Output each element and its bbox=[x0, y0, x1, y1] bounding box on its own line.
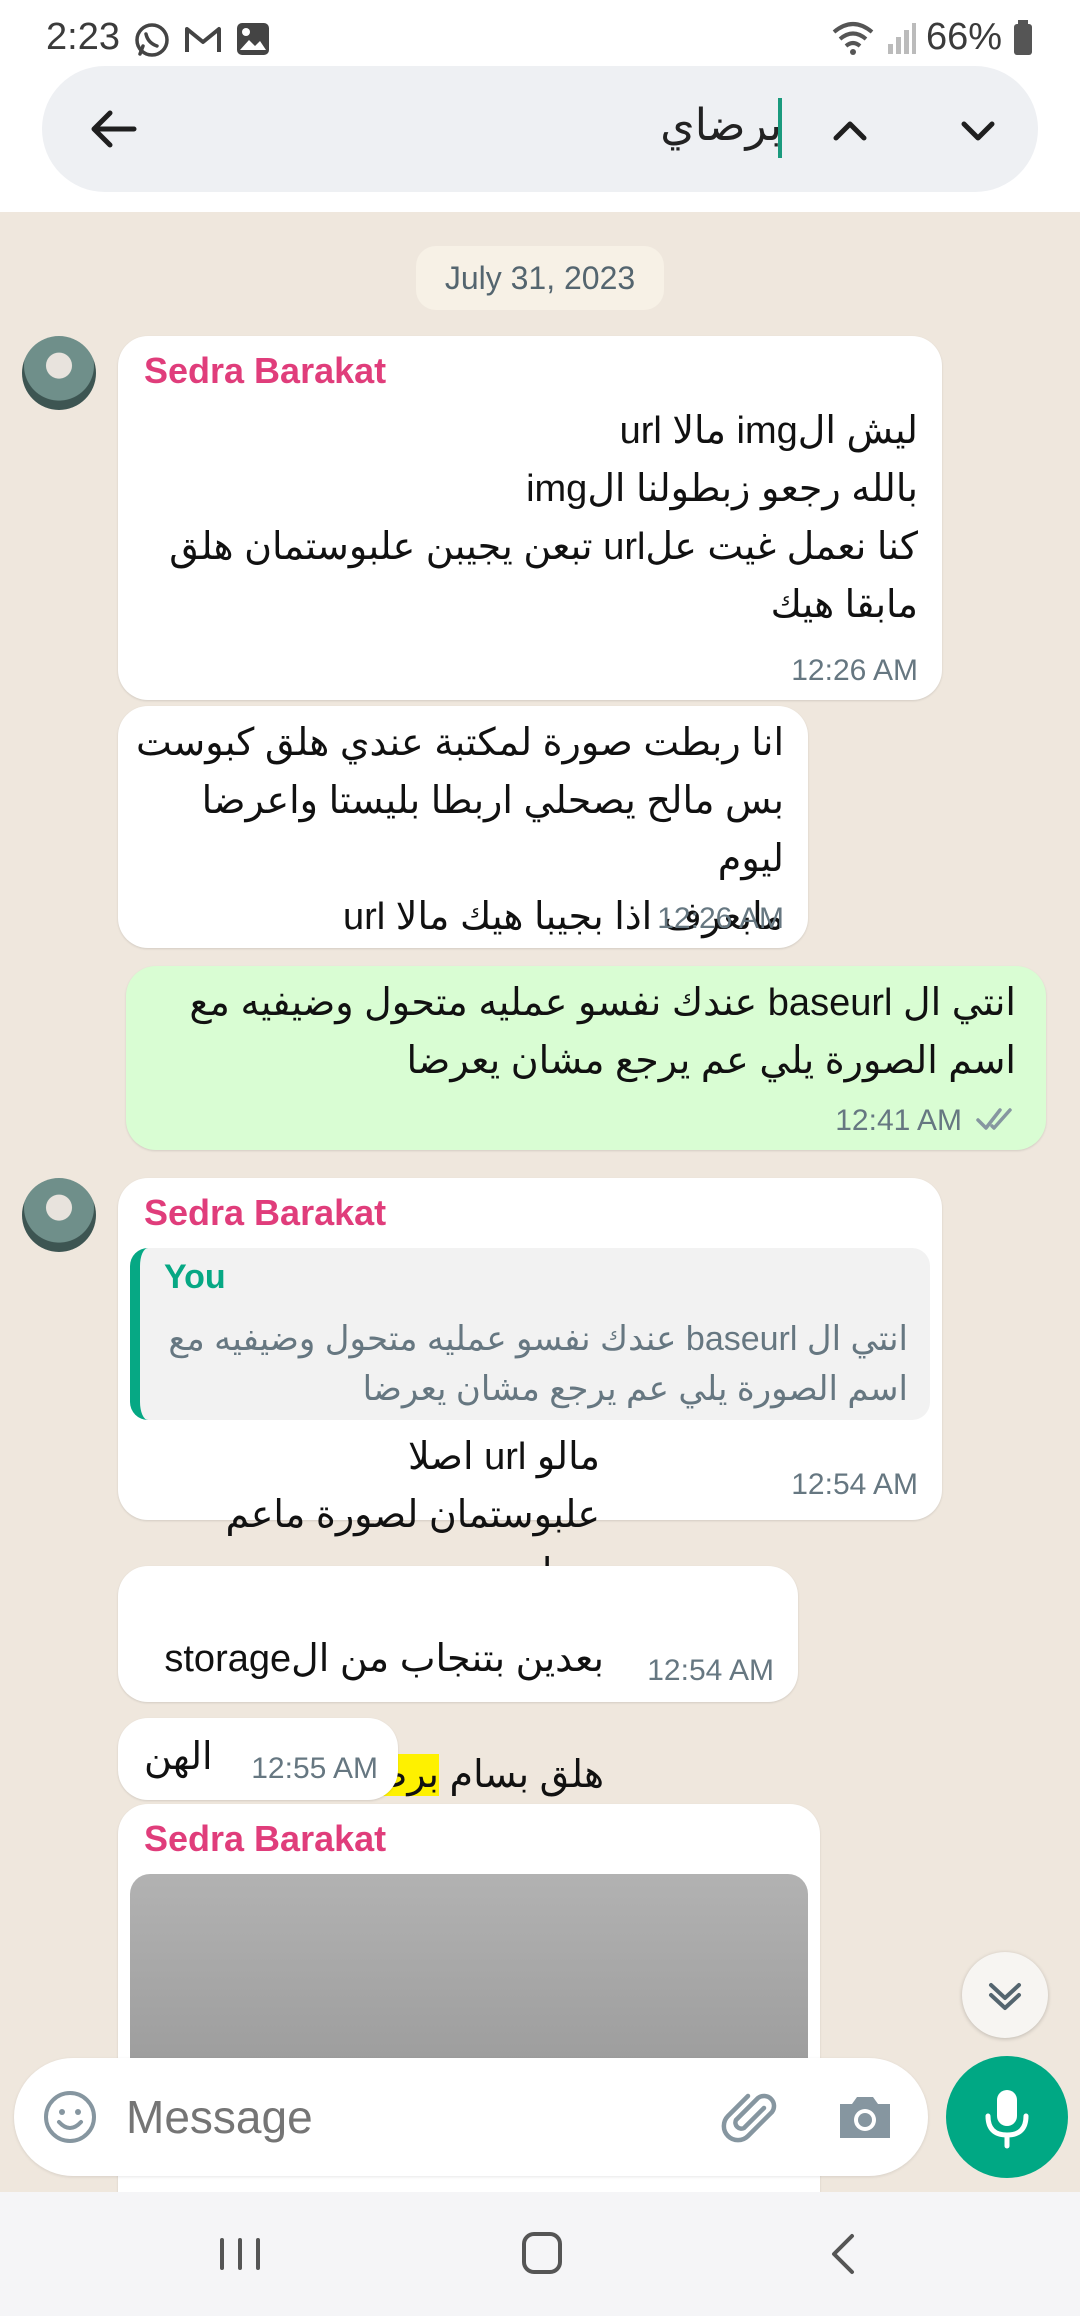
recent-apps-icon[interactable] bbox=[210, 2226, 270, 2282]
scroll-to-bottom-button[interactable] bbox=[962, 1952, 1048, 2038]
chevron-up-icon[interactable] bbox=[822, 102, 878, 158]
sender-name[interactable]: Sedra Barakat bbox=[144, 1192, 386, 1234]
whatsapp-icon bbox=[135, 23, 169, 57]
battery-icon bbox=[1014, 19, 1032, 55]
gallery-icon bbox=[237, 23, 269, 55]
message-time: 12:26 AM bbox=[791, 654, 918, 687]
outgoing-message-bubble[interactable]: انتي ال baseurl عندك نفسو عمليه متحول وض… bbox=[126, 966, 1046, 1150]
chat-conversation[interactable]: July 31, 2023 Sedra Barakat ليش الimg ما… bbox=[0, 212, 1080, 2192]
message-text: انتي ال baseurl عندك نفسو عمليه متحول وض… bbox=[189, 982, 1016, 1082]
status-time: 2:23 bbox=[46, 16, 120, 58]
message-time: 12:55 AM bbox=[251, 1752, 378, 1785]
signal-icon bbox=[887, 22, 916, 54]
text-cursor bbox=[778, 98, 782, 158]
sender-name[interactable]: Sedra Barakat bbox=[144, 1818, 386, 1860]
message-bubble[interactable]: Sedra Barakat You انتي ال baseurl عندك ن… bbox=[118, 1178, 942, 1594]
search-input[interactable]: برضاي bbox=[656, 100, 782, 151]
read-receipt-icon bbox=[976, 1108, 1012, 1130]
message-bubble[interactable]: الهن 12:55 AM bbox=[118, 1718, 398, 1800]
sender-name[interactable]: Sedra Barakat bbox=[144, 350, 386, 392]
message-time: 12:26 AM bbox=[657, 902, 784, 935]
gmail-icon bbox=[185, 27, 221, 52]
quote-text: انتي ال baseurl عندك نفسو عمليه متحول وض… bbox=[168, 1320, 908, 1408]
message-bubble[interactable]: انا ربطت صورة لمكتبة عندي هلق كبوست بس م… bbox=[118, 706, 808, 948]
wifi-icon bbox=[832, 21, 874, 55]
system-navigation-bar bbox=[0, 2192, 1080, 2316]
notification-icons bbox=[132, 20, 272, 60]
message-time: 12:54 AM bbox=[647, 1654, 774, 1687]
microphone-icon bbox=[985, 2090, 1029, 2149]
message-text: ليش الimg مالا url بالله رجعو زبطولنا ال… bbox=[169, 410, 918, 626]
avatar[interactable] bbox=[22, 336, 96, 410]
message-composer bbox=[14, 2058, 928, 2176]
battery-percent: 66% bbox=[925, 16, 1002, 58]
status-right: 66% bbox=[830, 16, 1034, 59]
message-text: الهن bbox=[144, 1736, 213, 1778]
message-time: 12:54 AM bbox=[791, 1468, 918, 1501]
emoji-icon[interactable] bbox=[40, 2087, 100, 2147]
voice-message-button[interactable] bbox=[946, 2056, 1068, 2178]
chat-search-bar: برضاي bbox=[42, 66, 1038, 192]
quote-author: You bbox=[164, 1258, 226, 1296]
camera-icon[interactable] bbox=[834, 2088, 896, 2146]
back-icon[interactable] bbox=[814, 2226, 874, 2282]
message-bubble[interactable]: بعدين بتنجاب من الstorage هلق بسام برضاي… bbox=[118, 1566, 798, 1854]
attach-icon[interactable] bbox=[720, 2086, 784, 2150]
chevron-down-icon[interactable] bbox=[950, 102, 1006, 158]
date-separator: July 31, 2023 bbox=[416, 246, 664, 310]
home-icon[interactable] bbox=[512, 2226, 572, 2282]
avatar[interactable] bbox=[22, 1178, 96, 1252]
message-line: بعدين بتنجاب من الstorage bbox=[164, 1638, 604, 1680]
message-line: هلق بسام bbox=[438, 1754, 604, 1796]
message-bubble[interactable]: Sedra Barakat ليش الimg مالا url بالله ر… bbox=[118, 336, 942, 700]
double-chevron-down-icon bbox=[989, 1983, 1021, 2010]
back-arrow-icon[interactable] bbox=[82, 97, 146, 161]
message-input[interactable] bbox=[126, 2078, 686, 2156]
message-time: 12:41 AM bbox=[835, 1104, 962, 1137]
quoted-message[interactable]: You انتي ال baseurl عندك نفسو عمليه متحو… bbox=[130, 1248, 930, 1420]
